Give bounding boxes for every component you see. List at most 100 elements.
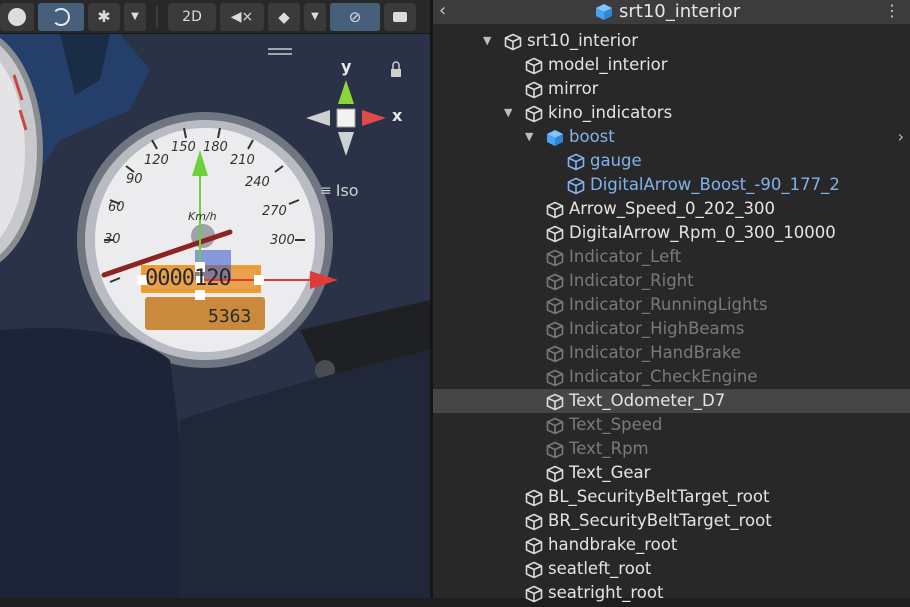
effects-button[interactable]: ◆ <box>268 2 300 31</box>
trip-display: 5363 <box>208 306 252 327</box>
layers-icon: ◆ <box>278 7 290 26</box>
toolbar-separator <box>156 5 158 28</box>
gameobject-cube-icon <box>546 225 564 243</box>
lock-icon[interactable] <box>391 69 401 77</box>
back-chevron-icon[interactable]: ‹ <box>439 0 446 22</box>
hierarchy-row-label: model_interior <box>548 55 668 74</box>
hierarchy-row-label: Arrow_Speed_0_202_300 <box>569 199 776 218</box>
hierarchy-row[interactable]: Text_Gear <box>433 461 910 485</box>
hierarchy-header: ‹ srt10_interior ⋮ <box>433 0 910 24</box>
effects-dropdown[interactable]: ▼ <box>304 2 326 31</box>
eye-hidden-icon: ⊘ <box>348 7 362 26</box>
hierarchy-row[interactable]: DigitalArrow_Rpm_0_300_10000 <box>433 221 910 245</box>
sphere-icon <box>8 7 26 26</box>
gameobject-cube-icon <box>525 561 543 579</box>
gameobject-cube-icon <box>546 465 564 483</box>
hierarchy-row-label: Indicator_HandBrake <box>569 343 741 362</box>
hierarchy-row[interactable]: ▼ kino_indicators <box>433 101 910 125</box>
gizmo-x-label: x <box>392 106 403 125</box>
gameobject-cube-icon <box>546 201 564 219</box>
hierarchy-row[interactable]: DigitalArrow_Boost_-90_177_2 <box>433 173 910 197</box>
shading-mode-button[interactable] <box>0 2 34 31</box>
hierarchy-row[interactable]: BR_SecurityBeltTarget_root <box>433 509 910 533</box>
dial-number: 120 <box>144 153 169 168</box>
hierarchy-row[interactable]: Arrow_Speed_0_202_300 <box>433 197 910 221</box>
hierarchy-row-label: Indicator_CheckEngine <box>569 367 758 386</box>
hierarchy-row[interactable]: Indicator_RunningLights <box>433 293 910 317</box>
hierarchy-row-label: Text_Rpm <box>569 439 649 458</box>
hierarchy-row-label: Indicator_Right <box>569 271 694 290</box>
hierarchy-row[interactable]: Indicator_HandBrake <box>433 341 910 365</box>
gameobject-cube-icon <box>525 57 543 75</box>
prefab-cube-icon <box>546 129 564 147</box>
2d-toggle-button[interactable]: 2D <box>168 2 216 31</box>
gameobject-cube-icon <box>546 393 564 411</box>
view-mode-toggle[interactable]: ≡ Iso <box>320 181 359 200</box>
expand-arrow-icon[interactable]: ▼ <box>504 101 512 125</box>
debug-dropdown[interactable]: ▼ <box>124 2 146 31</box>
hierarchy-row[interactable]: mirror <box>433 77 910 101</box>
gizmo-y-label: y <box>341 57 352 76</box>
hierarchy-row[interactable]: gauge <box>433 149 910 173</box>
hierarchy-row-label: mirror <box>548 79 599 98</box>
hierarchy-row[interactable]: seatleft_root <box>433 557 910 581</box>
gauge-unit-label: Km/h <box>188 210 217 223</box>
gameobject-cube-icon <box>546 369 564 387</box>
hierarchy-row-label: srt10_interior <box>527 31 639 50</box>
hierarchy-row-label: Text_Gear <box>569 463 651 482</box>
moon-icon <box>52 7 70 26</box>
gameobject-cube-icon <box>546 297 564 315</box>
gameobject-cube-icon <box>546 441 564 459</box>
hierarchy-row[interactable]: ▼ boost › <box>433 125 910 149</box>
hierarchy-row-label: Indicator_RunningLights <box>569 295 768 314</box>
kebab-menu-icon[interactable]: ⋮ <box>884 0 900 22</box>
hierarchy-row-label: boost <box>569 127 615 146</box>
dial-number: 150 <box>171 140 196 155</box>
gameobject-cube-icon <box>525 537 543 555</box>
audio-toggle-button[interactable]: ◀× <box>220 2 264 31</box>
scene-view[interactable]: ✱ ▼ 2D ◀× ◆ ▼ ⊘ y x ≡ Iso Km/h 30 60 90 … <box>0 0 430 598</box>
hierarchy-row[interactable]: ▼ srt10_interior <box>433 29 910 53</box>
gameobject-cube-icon <box>546 249 564 267</box>
dial-number: 210 <box>230 153 255 168</box>
hierarchy-row[interactable]: seatright_root <box>433 581 910 605</box>
lighting-toggle-button[interactable] <box>38 2 84 31</box>
gameobject-cube-icon <box>525 81 543 99</box>
hierarchy-row-label: gauge <box>590 151 642 170</box>
hierarchy-row[interactable]: Indicator_Right <box>433 269 910 293</box>
expand-arrow-icon[interactable]: ▼ <box>483 29 491 53</box>
camera-icon <box>393 11 407 22</box>
hierarchy-row[interactable]: model_interior <box>433 53 910 77</box>
hierarchy-row[interactable]: Indicator_HighBeams <box>433 317 910 341</box>
hierarchy-row-label: DigitalArrow_Rpm_0_300_10000 <box>569 223 836 242</box>
hierarchy-row[interactable]: Text_Speed <box>433 413 910 437</box>
gameobject-cube-icon <box>546 417 564 435</box>
hierarchy-row-label: Text_Odometer_D7 <box>569 391 726 410</box>
hierarchy-row[interactable]: Text_Rpm <box>433 437 910 461</box>
hierarchy-row[interactable]: Indicator_CheckEngine <box>433 365 910 389</box>
odometer-display[interactable]: 0000120 <box>145 266 255 291</box>
expand-arrow-icon[interactable]: ▼ <box>525 125 533 149</box>
hierarchy-row[interactable]: Text_Odometer_D7 <box>433 389 910 413</box>
hierarchy-row-label: Text_Speed <box>569 415 663 434</box>
hierarchy-row[interactable]: handbrake_root <box>433 533 910 557</box>
hierarchy-panel: ‹ srt10_interior ⋮ ▼ srt10_interior model_… <box>433 0 910 603</box>
prefab-title-label: srt10_interior <box>619 1 741 22</box>
menu-lines-icon: ≡ <box>320 182 332 199</box>
hierarchy-row[interactable]: BL_SecurityBeltTarget_root <box>433 485 910 509</box>
hierarchy-row[interactable]: Indicator_Left <box>433 245 910 269</box>
debug-button[interactable]: ✱ <box>88 2 120 31</box>
scene-toolbar: ✱ ▼ 2D ◀× ◆ ▼ ⊘ <box>0 0 430 34</box>
hierarchy-row-label: seatleft_root <box>548 559 652 578</box>
visibility-toggle-button[interactable]: ⊘ <box>330 2 380 31</box>
hierarchy-row-label: BR_SecurityBeltTarget_root <box>548 511 772 530</box>
open-prefab-chevron-icon[interactable]: › <box>898 125 904 149</box>
hierarchy-row-label: BL_SecurityBeltTarget_root <box>548 487 770 506</box>
view-mode-label: Iso <box>335 181 359 200</box>
chevron-down-icon: ▼ <box>311 11 319 22</box>
gameobject-cube-icon <box>546 345 564 363</box>
hierarchy-row-label: Indicator_HighBeams <box>569 319 745 338</box>
prefab-cube-icon <box>596 4 612 20</box>
dial-number: 180 <box>203 140 228 155</box>
camera-button[interactable] <box>384 2 416 31</box>
